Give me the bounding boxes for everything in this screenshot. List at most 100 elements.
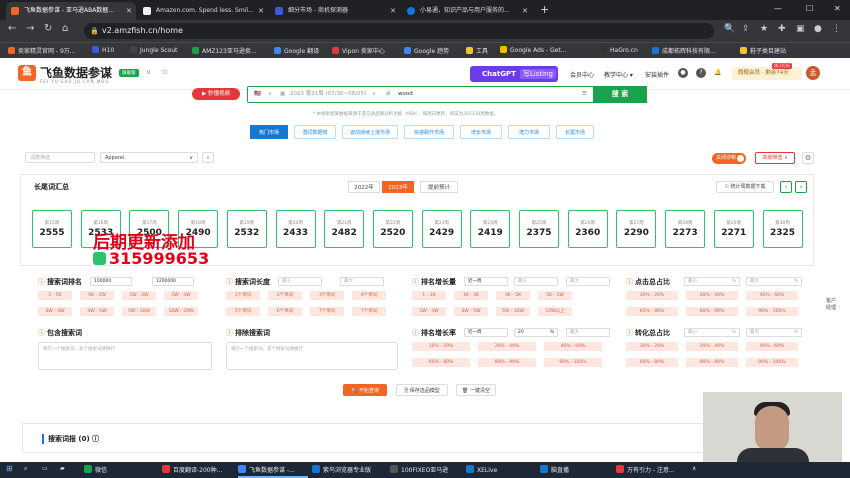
- filter-chip[interactable]: 7个单词: [352, 307, 386, 316]
- help-icon[interactable]: ⊙: [162, 68, 168, 76]
- filter-chip[interactable]: 80% - 90%: [686, 358, 738, 367]
- tab-fast-rising[interactable]: 快速飙升市场: [404, 125, 454, 139]
- week-card[interactable]: 第19周 2532: [226, 210, 267, 248]
- filter-chip[interactable]: 1K - 3K: [454, 291, 488, 300]
- bookmark-star-icon[interactable]: ★: [760, 24, 768, 34]
- extensions-icon[interactable]: ✚: [778, 24, 786, 34]
- bookmark-item[interactable]: 鞋子类目建站: [740, 46, 786, 55]
- filter-chip[interactable]: 5W - 10W: [496, 307, 530, 316]
- forecast-button[interactable]: 提前预计: [420, 181, 458, 193]
- diagnosis-toggle[interactable]: 关闭诊断: [712, 153, 746, 164]
- search-icon[interactable]: ⌕: [202, 152, 214, 163]
- filter-chip[interactable]: 10% - 20%: [626, 291, 678, 300]
- year-2022-button[interactable]: 2022年: [348, 181, 380, 193]
- filter-chip[interactable]: 1W - 3W: [412, 307, 446, 316]
- explorer-icon[interactable]: ▰: [60, 465, 65, 472]
- clear-all-button[interactable]: 🗑 一键清空: [456, 384, 496, 396]
- tab-growth[interactable]: 增长市场: [460, 125, 502, 139]
- chevron-down-icon[interactable]: ∨: [146, 68, 151, 76]
- bookmark-item[interactable]: 卖家精灵官网 - 9万...: [8, 46, 76, 55]
- bookmark-item[interactable]: Google 翻译: [274, 46, 319, 55]
- browser-tab-niche[interactable]: 细分市场 - 商机探测器 ✕: [270, 2, 400, 20]
- filter-chip[interactable]: 3K - 5K: [496, 291, 530, 300]
- filter-chip[interactable]: 40% - 60%: [746, 291, 798, 300]
- week-card[interactable]: 第20周 2433: [275, 210, 316, 248]
- search-input[interactable]: wood: [398, 87, 413, 102]
- filter-chip[interactable]: 3W - 5W: [454, 307, 488, 316]
- maximize-icon[interactable]: ☐: [806, 0, 813, 18]
- category-select[interactable]: Apparel ∨: [100, 152, 198, 163]
- growth-min-input[interactable]: 最小: [514, 277, 558, 286]
- growth-period-select[interactable]: 近一周: [464, 277, 508, 286]
- renew-discount-tag[interactable]: 续订打折: [772, 63, 792, 69]
- share-icon[interactable]: ⇪: [742, 24, 750, 34]
- week-card[interactable]: 第27周 2290: [616, 210, 657, 248]
- filter-chip[interactable]: 1W - 2W: [122, 291, 156, 300]
- minimize-icon[interactable]: —: [774, 0, 782, 18]
- week-card[interactable]: 第22周 2520: [372, 210, 413, 248]
- filter-chip[interactable]: 80% - 90%: [478, 358, 536, 367]
- filter-chip[interactable]: 4个单词: [352, 291, 386, 300]
- exclude-words-textarea[interactable]: 每行一个搜索词，多个搜索词请换行: [226, 342, 398, 370]
- week-card[interactable]: 第21周 2482: [324, 210, 365, 248]
- new-tab-button[interactable]: +: [540, 3, 549, 16]
- bookmark-item[interactable]: 成都拓辉科技有限...: [652, 46, 716, 55]
- filter-chip[interactable]: 10W - 20W: [164, 307, 198, 316]
- filter-chip[interactable]: 60% - 80%: [626, 307, 678, 316]
- week-card[interactable]: 第28周 2273: [665, 210, 706, 248]
- filter-chip[interactable]: 6个单词: [268, 307, 302, 316]
- taskbar-item[interactable]: XELive: [466, 465, 497, 474]
- menu-icon[interactable]: ⋮: [832, 24, 841, 34]
- week-card[interactable]: 第23周 2429: [421, 210, 462, 248]
- address-bar[interactable]: 🔒 v2.amzfish.cn/home: [84, 23, 714, 39]
- filter-chip[interactable]: 20% - 40%: [478, 342, 536, 351]
- close-window-icon[interactable]: ✕: [834, 0, 841, 18]
- forward-icon[interactable]: →: [26, 23, 34, 34]
- week-card[interactable]: 第26周 2360: [567, 210, 608, 248]
- nav-member-center[interactable]: 会员中心: [570, 70, 594, 79]
- filter-chip[interactable]: 90% - 100%: [746, 307, 798, 316]
- advanced-filter-button[interactable]: 高级筛选 ∧: [755, 152, 795, 164]
- taskbar-item[interactable]: 紫鸟浏览器专业版: [312, 465, 371, 474]
- bookmark-item[interactable]: Vipon 卖家中心: [332, 46, 385, 55]
- filter-chip[interactable]: 20% - 40%: [686, 342, 738, 351]
- chatgpt-button[interactable]: ChatGPT 写Listing: [470, 66, 558, 82]
- bookmark-item[interactable]: Google Ads - Get...: [500, 46, 566, 54]
- filter-chip[interactable]: 5K - 1W: [538, 291, 572, 300]
- week-card[interactable]: 第29周 2271: [713, 210, 754, 248]
- filter-chip[interactable]: 60% - 80%: [412, 358, 470, 367]
- filter-chip[interactable]: 10W以上: [538, 307, 572, 316]
- filter-chip[interactable]: 5W - 10W: [122, 307, 156, 316]
- bell-icon[interactable]: 🔔: [713, 68, 723, 78]
- rank-min-input[interactable]: 100000: [90, 277, 132, 286]
- filter-chip[interactable]: 40% - 60%: [544, 342, 602, 351]
- filter-chip[interactable]: 1 - 5K: [38, 291, 72, 300]
- next-arrow-icon[interactable]: ›: [795, 181, 807, 193]
- back-icon[interactable]: ←: [8, 23, 16, 34]
- filter-chip[interactable]: 5K - 1W: [80, 291, 114, 300]
- user-icon[interactable]: ●: [678, 68, 688, 78]
- click-min-input[interactable]: 最小%: [684, 277, 740, 286]
- browser-tab-amazon[interactable]: Amazon.com. Spend less. Smil... ✕: [138, 2, 268, 20]
- question-icon[interactable]: ?: [696, 68, 706, 78]
- bookmark-item[interactable]: 工具: [466, 46, 488, 55]
- version-badge[interactable]: 旗舰版: [119, 69, 139, 77]
- tab-potential-words[interactable]: 潜词数据榜: [294, 125, 336, 139]
- week-card[interactable]: 第25周 2375: [519, 210, 559, 248]
- filter-chip[interactable]: 20% - 40%: [686, 291, 738, 300]
- chevron-up-icon[interactable]: ∧: [692, 465, 696, 472]
- site-selector[interactable]: 🇺🇸: [254, 87, 261, 102]
- browser-tab-amzfish[interactable]: 飞鱼数据参谋 - 亚马逊ABA数据... ✕: [6, 2, 136, 20]
- filter-chip[interactable]: 80% - 90%: [686, 307, 738, 316]
- download-week-data-button[interactable]: ☉ 统计周数据下载: [716, 181, 774, 193]
- taskbar-item[interactable]: 飞鱼数据参谋 -...: [238, 465, 295, 474]
- reload-icon[interactable]: ↻: [44, 23, 52, 34]
- conversion-max-input[interactable]: 最大%: [746, 328, 802, 337]
- browser-tab-xiaoe[interactable]: 小易通，知识产品与用户服务的... ✕: [402, 2, 532, 20]
- avatar[interactable]: 孟: [806, 66, 820, 80]
- taskbar-item[interactable]: 微信: [84, 465, 107, 474]
- nav-install-plugin[interactable]: 安装插件: [645, 70, 669, 79]
- filter-chip[interactable]: 10% - 20%: [626, 342, 678, 351]
- filter-chip[interactable]: 90% - 100%: [544, 358, 602, 367]
- bookmark-item[interactable]: AMZ123亚马逊卖...: [192, 46, 257, 55]
